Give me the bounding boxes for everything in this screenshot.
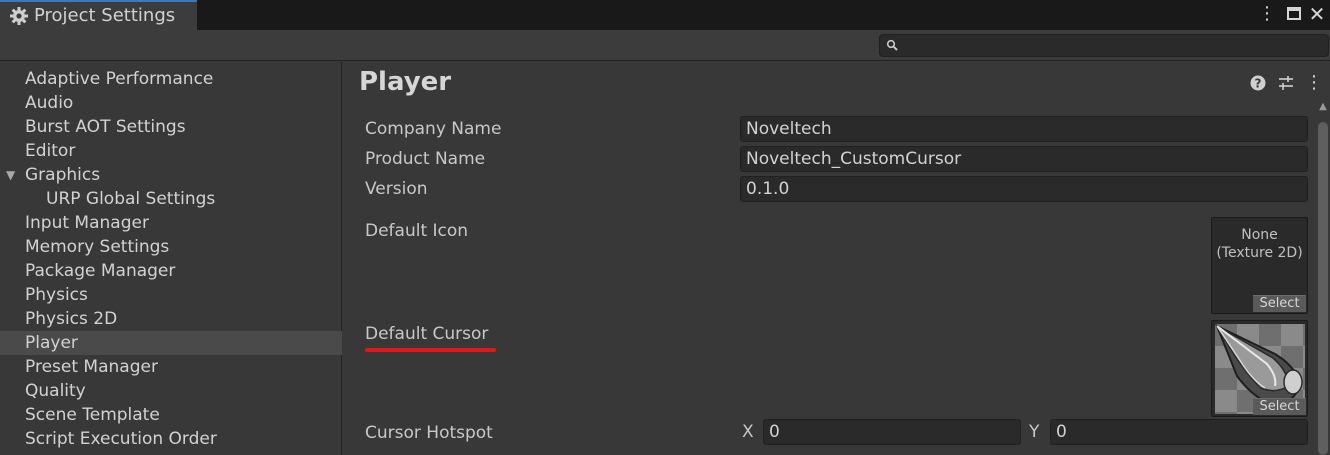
texture-none-line1: None [1241,227,1278,243]
hotspot-y-label: Y [1029,422,1040,442]
expand-arrow-icon[interactable]: ▼ [6,163,15,187]
sidebar-item-label: Package Manager [25,261,176,281]
sidebar-item-package-manager[interactable]: Package Manager [0,259,342,283]
default-icon-label: Default Icon [365,221,469,241]
tab-title: Project Settings [34,5,176,26]
product-name-input[interactable] [741,147,1307,171]
window-titlebar: Project Settings ⋮ ✕ [0,0,1330,30]
svg-text:?: ? [1255,77,1262,91]
sidebar-item-preset-manager[interactable]: Preset Manager [0,355,342,379]
settings-toolbar [0,30,1330,61]
product-name-label: Product Name [365,149,486,169]
sidebar-item-label: Script Execution Order [25,429,217,449]
sidebar-item-label: Physics 2D [25,309,118,329]
help-icon[interactable]: ? [1249,74,1267,92]
version-input[interactable] [741,177,1307,201]
company-name-label: Company Name [365,119,502,139]
page-title: Player [359,67,452,97]
sidebar-item-label: Graphics [25,165,101,185]
settings-sidebar: Adaptive Performance Audio Burst AOT Set… [0,62,342,455]
default-icon-texture-slot[interactable]: None (Texture 2D) Select [1211,217,1308,314]
sidebar-item-memory-settings[interactable]: Memory Settings [0,235,342,259]
company-name-input[interactable] [741,117,1307,141]
maximize-icon[interactable] [1285,4,1303,24]
search-icon [886,39,898,51]
default-cursor-texture-slot[interactable]: Select [1211,320,1308,417]
sidebar-item-physics-2d[interactable]: Physics 2D [0,307,342,331]
preset-settings-icon[interactable] [1277,74,1295,92]
texture-none-line2: (Texture 2D) [1216,245,1303,261]
hotspot-y-field[interactable] [1050,419,1308,445]
default-cursor-select-button[interactable]: Select [1253,398,1306,415]
company-name-field[interactable] [740,116,1308,142]
close-icon[interactable]: ✕ [1308,4,1326,24]
sidebar-item-editor[interactable]: Editor [0,139,342,163]
scrollbar-thumb[interactable] [1318,122,1328,455]
sidebar-item-label: Memory Settings [25,237,170,257]
sidebar-item-label: Scene Template [25,405,160,425]
product-name-field[interactable] [740,146,1308,172]
sidebar-item-urp-global-settings[interactable]: URP Global Settings [0,187,342,211]
version-label: Version [365,179,428,199]
cursor-hotspot-label: Cursor Hotspot [365,423,493,443]
window-menu-icon[interactable]: ⋮ [1258,4,1276,24]
default-icon-select-button[interactable]: Select [1253,295,1306,312]
scroll-up-arrow-icon[interactable]: ▲ [1318,102,1328,112]
sidebar-item-player[interactable]: Player [0,331,342,355]
highlight-underline [365,348,496,352]
sidebar-item-audio[interactable]: Audio [0,91,342,115]
player-settings-panel: Player ? ⋮ Company Name Product Name Ver… [343,62,1330,455]
default-cursor-label: Default Cursor [365,324,489,344]
texture-none-text: None (Texture 2D) [1212,226,1307,262]
version-field[interactable] [740,176,1308,202]
sidebar-item-scene-template[interactable]: Scene Template [0,403,342,427]
sidebar-item-adaptive-performance[interactable]: Adaptive Performance [0,67,342,91]
sidebar-item-label: URP Global Settings [46,189,216,209]
search-input[interactable] [902,36,1322,55]
sidebar-item-input-manager[interactable]: Input Manager [0,211,342,235]
sidebar-item-label: Input Manager [25,213,149,233]
hotspot-x-label: X [742,422,754,442]
sidebar-item-script-execution-order[interactable]: Script Execution Order [0,427,342,451]
hotspot-y-input[interactable] [1051,420,1307,444]
more-options-icon[interactable]: ⋮ [1305,74,1323,92]
project-settings-tab[interactable]: Project Settings [0,0,197,30]
vertical-scrollbar[interactable]: ▲ [1316,102,1330,455]
sidebar-item-label: Preset Manager [25,357,158,377]
sidebar-item-physics[interactable]: Physics [0,283,342,307]
search-box[interactable] [879,34,1329,57]
hotspot-x-field[interactable] [763,419,1021,445]
sidebar-item-burst-aot-settings[interactable]: Burst AOT Settings [0,115,342,139]
sidebar-item-quality[interactable]: Quality [0,379,342,403]
sidebar-item-label: Editor [25,141,76,161]
gear-icon [10,7,28,25]
sidebar-item-label: Burst AOT Settings [25,117,186,137]
sidebar-item-label: Physics [25,285,88,305]
sidebar-item-label: Adaptive Performance [25,69,214,89]
hotspot-x-input[interactable] [764,420,1020,444]
sidebar-item-label: Player [25,333,78,353]
sidebar-item-label: Quality [25,381,86,401]
sidebar-item-graphics[interactable]: ▼ Graphics [0,163,342,187]
sidebar-item-label: Audio [25,93,74,113]
